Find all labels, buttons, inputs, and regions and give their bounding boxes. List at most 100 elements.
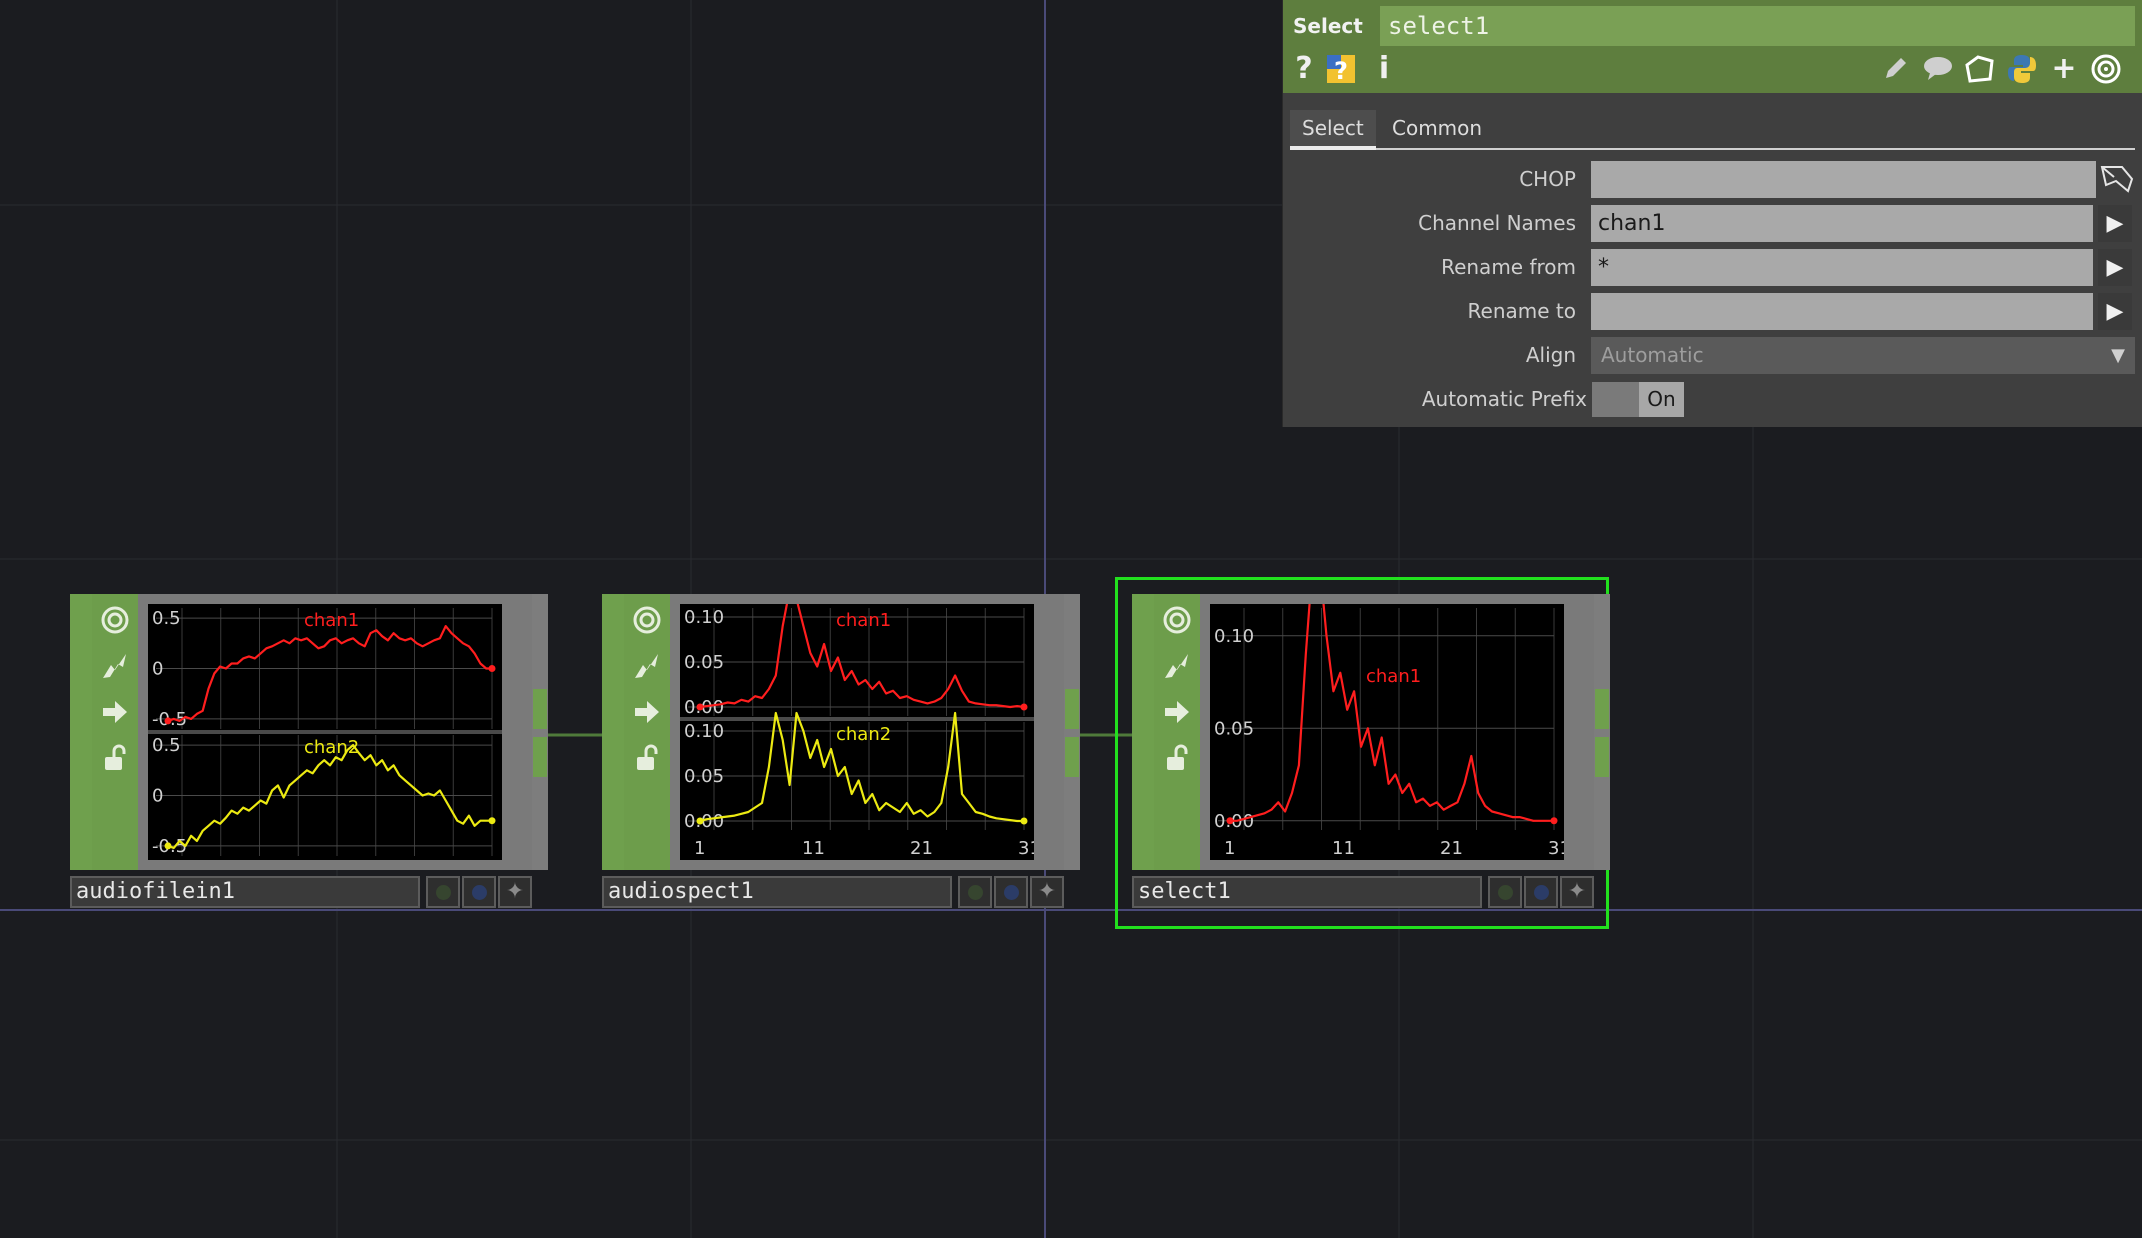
display-flag-button[interactable] bbox=[462, 876, 496, 908]
chop-viewer[interactable]: 0.10 0.05 0.00 chan1 0.10 0.05 0.00 chan2 1 11 21 3… bbox=[680, 588, 1041, 860]
automatic-prefix-toggle-on[interactable]: On bbox=[1639, 382, 1684, 417]
y-tick-label: 0.5 bbox=[152, 735, 181, 756]
y-tick-label: 0.05 bbox=[684, 652, 724, 673]
param-label: CHOP bbox=[1519, 167, 1576, 191]
node-name-label[interactable]: audiospect1 bbox=[602, 876, 952, 908]
y-tick-label: 0.5 bbox=[152, 608, 181, 629]
channel-line-chan1 bbox=[167, 625, 492, 723]
parameter-panel-header: Select select1 ? ? i + bbox=[1283, 0, 2142, 93]
tab-common[interactable]: Common bbox=[1380, 110, 1494, 146]
param-row-automatic-prefix: Automatic Prefix On bbox=[1283, 379, 2142, 419]
output-connector[interactable] bbox=[1065, 737, 1079, 777]
x-tick-label: 21 bbox=[910, 838, 933, 859]
channel-line-chan1 bbox=[1230, 560, 1554, 822]
output-connector[interactable] bbox=[533, 737, 547, 777]
cooking-icon[interactable] bbox=[624, 644, 670, 690]
channel-start-point bbox=[696, 703, 704, 711]
add-icon[interactable]: ✦ bbox=[498, 876, 532, 908]
output-connector-strip[interactable] bbox=[532, 594, 548, 870]
x-tick-label: 21 bbox=[1440, 838, 1463, 859]
automatic-prefix-toggle-off[interactable] bbox=[1592, 382, 1639, 417]
node-body: 0.10 0.05 0.00 chan1 0.10 0.05 0.00 chan2 1 11 21 3… bbox=[670, 588, 1064, 870]
align-dropdown[interactable]: Automatic ▼ bbox=[1591, 337, 2135, 374]
help-icon[interactable]: ? bbox=[1287, 51, 1321, 87]
channel-names-field[interactable]: chan1 bbox=[1591, 205, 2093, 242]
input-connector-strip[interactable] bbox=[70, 594, 93, 870]
chop-viewer[interactable]: 0.100.050.00chan11112131 bbox=[1210, 560, 1571, 860]
chop-viewer[interactable]: 0.50-0.5chan10.50-0.5chan2 bbox=[148, 604, 502, 860]
chevron-down-icon: ▼ bbox=[2111, 345, 2125, 366]
export-arrow-icon[interactable] bbox=[92, 690, 138, 736]
y-tick-label: 0.10 bbox=[1214, 626, 1254, 647]
rename-to-field[interactable] bbox=[1591, 293, 2093, 330]
channel-end-point bbox=[1020, 703, 1028, 711]
param-label: Rename from bbox=[1441, 255, 1576, 279]
viewer-active-icon[interactable] bbox=[2089, 51, 2123, 87]
channel-name-label: chan1 bbox=[304, 610, 359, 631]
comment-icon[interactable] bbox=[1921, 51, 1955, 87]
chop-path-field[interactable] bbox=[1591, 161, 2096, 198]
y-tick-label: 0.05 bbox=[1214, 718, 1254, 739]
operator-type-label: Select bbox=[1293, 14, 1363, 38]
output-connector[interactable] bbox=[1595, 737, 1609, 777]
input-connector-strip[interactable] bbox=[1132, 594, 1155, 870]
channel-start-point bbox=[696, 817, 704, 825]
param-row-rename-to: Rename to ▶ bbox=[1283, 291, 2142, 331]
channel-start-point bbox=[164, 717, 172, 725]
operator-help-icon[interactable]: ? bbox=[1325, 51, 1359, 87]
output-connector[interactable] bbox=[533, 689, 547, 729]
bypass-flag-button[interactable] bbox=[958, 876, 992, 908]
add-parameter-icon[interactable]: + bbox=[2047, 51, 2081, 87]
channel-end-point bbox=[488, 665, 496, 672]
viewer-toggle-icon[interactable] bbox=[92, 598, 138, 644]
operator-picker-icon[interactable] bbox=[2098, 161, 2136, 198]
tab-select[interactable]: Select bbox=[1290, 110, 1376, 150]
expand-arrow-icon[interactable]: ▶ bbox=[2098, 293, 2132, 330]
y-tick-label: 0.00 bbox=[684, 811, 724, 832]
expand-arrow-icon[interactable]: ▶ bbox=[2098, 205, 2132, 242]
output-connector-strip[interactable] bbox=[1064, 594, 1080, 870]
lock-icon[interactable] bbox=[1154, 736, 1200, 782]
channel-line-chan2 bbox=[167, 744, 492, 849]
lock-icon[interactable] bbox=[92, 736, 138, 782]
channel-end-point bbox=[1550, 817, 1558, 825]
param-label: Rename to bbox=[1467, 299, 1576, 323]
channel-start-point bbox=[1226, 817, 1234, 825]
info-icon[interactable]: i bbox=[1367, 51, 1401, 87]
rename-from-field[interactable]: * bbox=[1591, 249, 2093, 286]
param-row-channel-names: Channel Names chan1 ▶ bbox=[1283, 203, 2142, 243]
input-connector-strip[interactable] bbox=[602, 594, 625, 870]
edit-pencil-icon[interactable] bbox=[1879, 51, 1913, 87]
add-icon[interactable]: ✦ bbox=[1030, 876, 1064, 908]
svg-text:?: ? bbox=[1334, 57, 1348, 85]
channel-name-label: chan1 bbox=[1366, 666, 1421, 687]
export-arrow-icon[interactable] bbox=[1154, 690, 1200, 736]
bypass-flag-button[interactable] bbox=[1488, 876, 1522, 908]
output-connector[interactable] bbox=[1065, 689, 1079, 729]
cooking-icon[interactable] bbox=[92, 644, 138, 690]
param-label: Align bbox=[1525, 343, 1576, 367]
output-connector[interactable] bbox=[1595, 689, 1609, 729]
x-tick-label: 1 bbox=[694, 838, 705, 859]
expand-arrow-icon[interactable]: ▶ bbox=[2098, 249, 2132, 286]
panel-divider bbox=[680, 717, 1034, 721]
node-name-label[interactable]: select1 bbox=[1132, 876, 1482, 908]
viewer-toggle-icon[interactable] bbox=[1154, 598, 1200, 644]
python-icon[interactable] bbox=[2005, 51, 2039, 87]
clone-icon[interactable] bbox=[1963, 51, 1997, 87]
node-body: 0.50-0.5chan10.50-0.5chan2 bbox=[138, 594, 532, 870]
export-arrow-icon[interactable] bbox=[624, 690, 670, 736]
operator-name-field[interactable]: select1 bbox=[1380, 6, 2135, 46]
bypass-flag-button[interactable] bbox=[426, 876, 460, 908]
add-icon[interactable]: ✦ bbox=[1560, 876, 1594, 908]
viewer-toggle-icon[interactable] bbox=[624, 598, 670, 644]
x-tick-label: 31 bbox=[1018, 838, 1034, 859]
channel-end-point bbox=[1020, 817, 1028, 825]
display-flag-button[interactable] bbox=[1524, 876, 1558, 908]
display-flag-button[interactable] bbox=[994, 876, 1028, 908]
node-name-label[interactable]: audiofilein1 bbox=[70, 876, 420, 908]
lock-icon[interactable] bbox=[624, 736, 670, 782]
y-tick-label: 0 bbox=[152, 786, 163, 807]
output-connector-strip[interactable] bbox=[1594, 594, 1610, 870]
cooking-icon[interactable] bbox=[1154, 644, 1200, 690]
